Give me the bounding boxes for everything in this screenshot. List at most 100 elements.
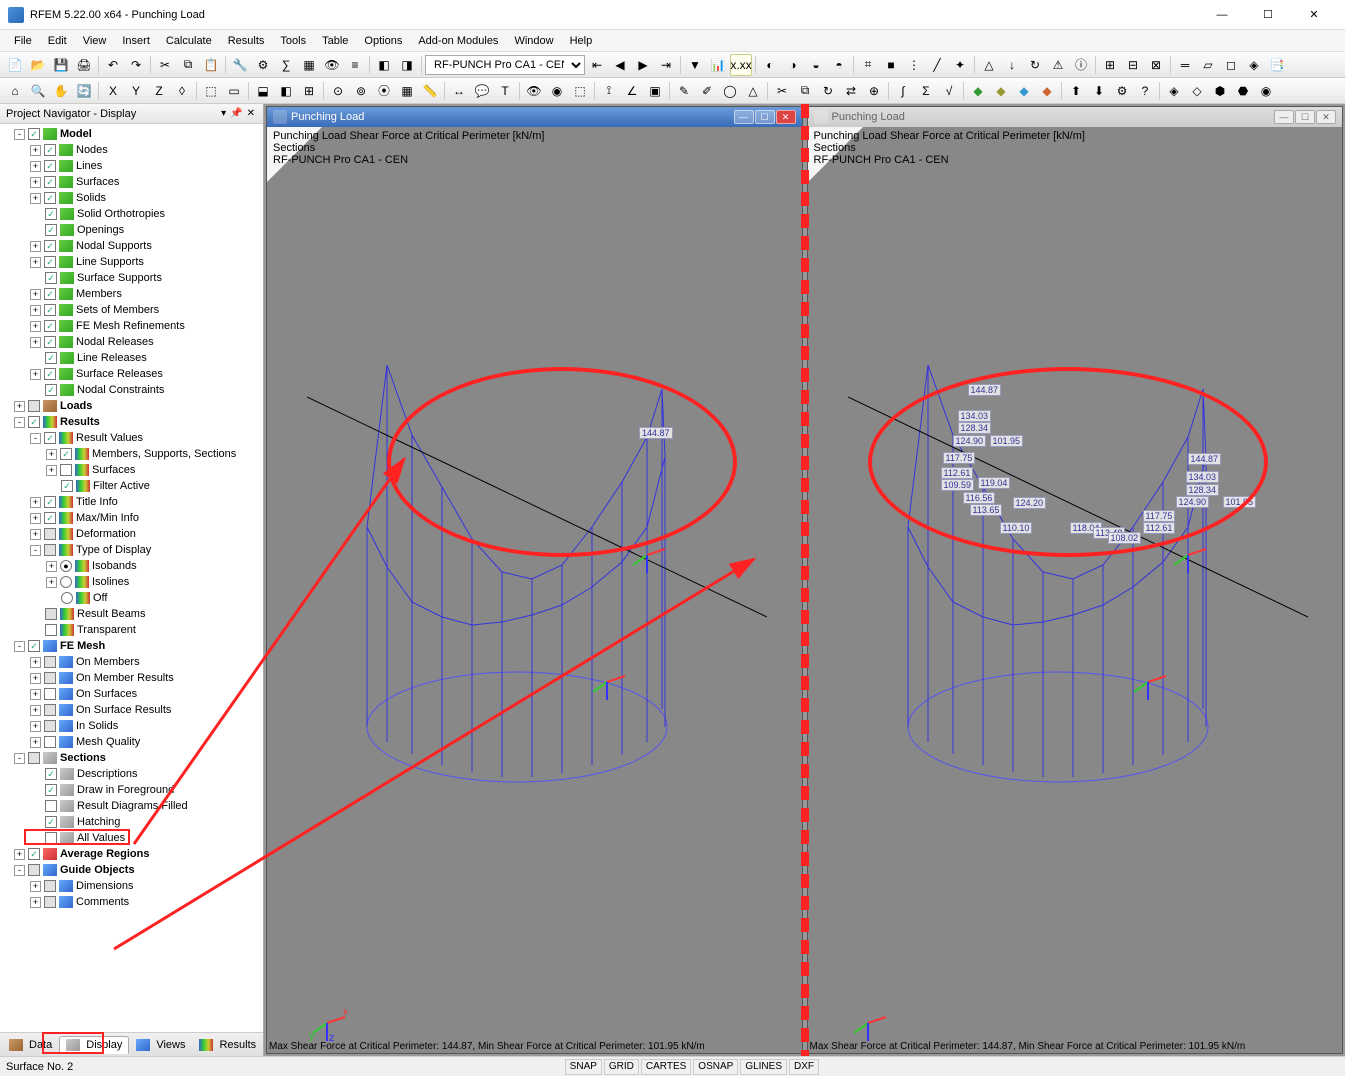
checkbox-icon[interactable] [45, 384, 57, 396]
warn-icon[interactable]: ⚠ [1047, 54, 1069, 76]
radio-icon[interactable] [61, 592, 73, 604]
view-minimize-icon[interactable]: — [1274, 110, 1294, 124]
expander-icon[interactable]: + [30, 689, 41, 700]
radio-icon[interactable] [60, 576, 72, 588]
tree-item[interactable]: Line Releases [2, 350, 261, 366]
surface-icon[interactable]: ▱ [1197, 54, 1219, 76]
new-icon[interactable]: 📄 [4, 54, 26, 76]
tree-item[interactable]: +Dimensions [2, 878, 261, 894]
rotate-icon[interactable]: 🔄 [73, 80, 95, 102]
checkbox-icon[interactable] [44, 368, 56, 380]
render1-icon[interactable]: ◐ [759, 54, 781, 76]
view-left-body[interactable]: Punching Load Shear Force at Critical Pe… [267, 127, 802, 1053]
checkbox-icon[interactable] [44, 720, 56, 732]
label-icon[interactable]: x.xx [730, 54, 752, 76]
note-icon[interactable]: 💬 [471, 80, 493, 102]
load-icon[interactable]: ↓ [1001, 54, 1023, 76]
checkbox-icon[interactable] [45, 784, 57, 796]
expander-icon[interactable]: + [30, 513, 41, 524]
split-4-icon[interactable]: ⊞ [298, 80, 320, 102]
checkbox-icon[interactable] [28, 640, 40, 652]
checkbox-icon[interactable] [60, 464, 72, 476]
checkbox-icon[interactable] [28, 864, 40, 876]
cube2-icon[interactable]: ◨ [396, 54, 418, 76]
checkbox-icon[interactable] [44, 496, 56, 508]
checkbox-icon[interactable] [44, 528, 56, 540]
expander-icon[interactable]: + [30, 193, 41, 204]
edit4-icon[interactable]: ⇄ [840, 80, 862, 102]
hide-icon[interactable]: 👁 [523, 80, 545, 102]
copy-icon[interactable]: ⧉ [177, 54, 199, 76]
checkbox-icon[interactable] [60, 448, 72, 460]
checkbox-icon[interactable] [44, 896, 56, 908]
save-icon[interactable]: 💾 [50, 54, 72, 76]
split-v-icon[interactable]: ◧ [275, 80, 297, 102]
checkbox-icon[interactable] [45, 816, 57, 828]
menu-insert[interactable]: Insert [114, 33, 158, 49]
expander-icon[interactable]: + [30, 529, 41, 540]
expander-icon[interactable]: + [30, 673, 41, 684]
show-icon[interactable]: ◉ [546, 80, 568, 102]
tree-item[interactable]: +Sets of Members [2, 302, 261, 318]
expander-icon[interactable]: + [30, 737, 41, 748]
menu-tools[interactable]: Tools [272, 33, 314, 49]
tree-item[interactable]: +Deformation [2, 526, 261, 542]
menu-help[interactable]: Help [562, 33, 601, 49]
zoom-icon[interactable]: 🔍 [27, 80, 49, 102]
menu-view[interactable]: View [75, 33, 115, 49]
maximize-button[interactable]: ☐ [1245, 0, 1291, 30]
expander-icon[interactable]: + [30, 369, 41, 380]
expander-icon[interactable]: + [30, 897, 41, 908]
gear-icon[interactable]: ⚙ [252, 54, 274, 76]
expander-icon[interactable]: + [30, 705, 41, 716]
analysis2-icon[interactable]: Σ [915, 80, 937, 102]
tree-item[interactable]: +On Members [2, 654, 261, 670]
tab-results[interactable]: Results [192, 1036, 263, 1054]
solid-icon[interactable]: ■ [880, 54, 902, 76]
nodes-icon[interactable]: ⋮ [903, 54, 925, 76]
view-z-icon[interactable]: Z [148, 80, 170, 102]
status-osnap[interactable]: OSNAP [693, 1059, 738, 1075]
view-left[interactable]: Punching Load — ☐ ✕ Punching Load Shear … [266, 106, 803, 1054]
checkbox-icon[interactable] [45, 624, 57, 636]
undo-icon[interactable]: ↶ [102, 54, 124, 76]
expander-icon[interactable]: - [14, 865, 25, 876]
nav-prev-icon[interactable]: ◀ [609, 54, 631, 76]
expander-icon[interactable]: + [30, 721, 41, 732]
checkbox-icon[interactable] [45, 272, 57, 284]
tree-item[interactable]: +Line Supports [2, 254, 261, 270]
status-cartes[interactable]: CARTES [641, 1059, 691, 1075]
checkbox-icon[interactable] [44, 736, 56, 748]
checkbox-icon[interactable] [45, 224, 57, 236]
checkbox-icon[interactable] [44, 336, 56, 348]
navigator-dropdown-icon[interactable]: ▾ [219, 108, 228, 119]
calc-icon[interactable]: ∑ [275, 54, 297, 76]
tree-item[interactable]: -Model [2, 126, 261, 142]
checkbox-icon[interactable] [44, 704, 56, 716]
pan-icon[interactable]: ✋ [50, 80, 72, 102]
tree-item[interactable]: +Title Info [2, 494, 261, 510]
menu-edit[interactable]: Edit [40, 33, 75, 49]
expander-icon[interactable]: + [46, 465, 57, 476]
misc4-icon[interactable]: ⬣ [1232, 80, 1254, 102]
analysis1-icon[interactable]: ∫ [892, 80, 914, 102]
menu-window[interactable]: Window [506, 33, 561, 49]
checkbox-icon[interactable] [45, 352, 57, 364]
tree-item[interactable]: +Isolines [2, 574, 261, 590]
checkbox-icon[interactable] [45, 208, 57, 220]
view-maximize-icon[interactable]: ☐ [755, 110, 775, 124]
expander-icon[interactable]: - [14, 641, 25, 652]
view-right-body[interactable]: Punching Load Shear Force at Critical Pe… [808, 127, 1343, 1053]
checkbox-icon[interactable] [44, 688, 56, 700]
status-grid[interactable]: GRID [604, 1059, 639, 1075]
expander-icon[interactable]: - [30, 545, 41, 556]
expander-icon[interactable]: + [30, 161, 41, 172]
nav-next-icon[interactable]: ▶ [632, 54, 654, 76]
close-button[interactable]: ✕ [1291, 0, 1337, 30]
grid-icon[interactable]: ▦ [298, 54, 320, 76]
render4-icon[interactable]: ◓ [828, 54, 850, 76]
tree-item[interactable]: +Members [2, 286, 261, 302]
draw3-icon[interactable]: ◯ [719, 80, 741, 102]
status-glines[interactable]: GLINES [740, 1059, 787, 1075]
tree-item[interactable]: Surface Supports [2, 270, 261, 286]
